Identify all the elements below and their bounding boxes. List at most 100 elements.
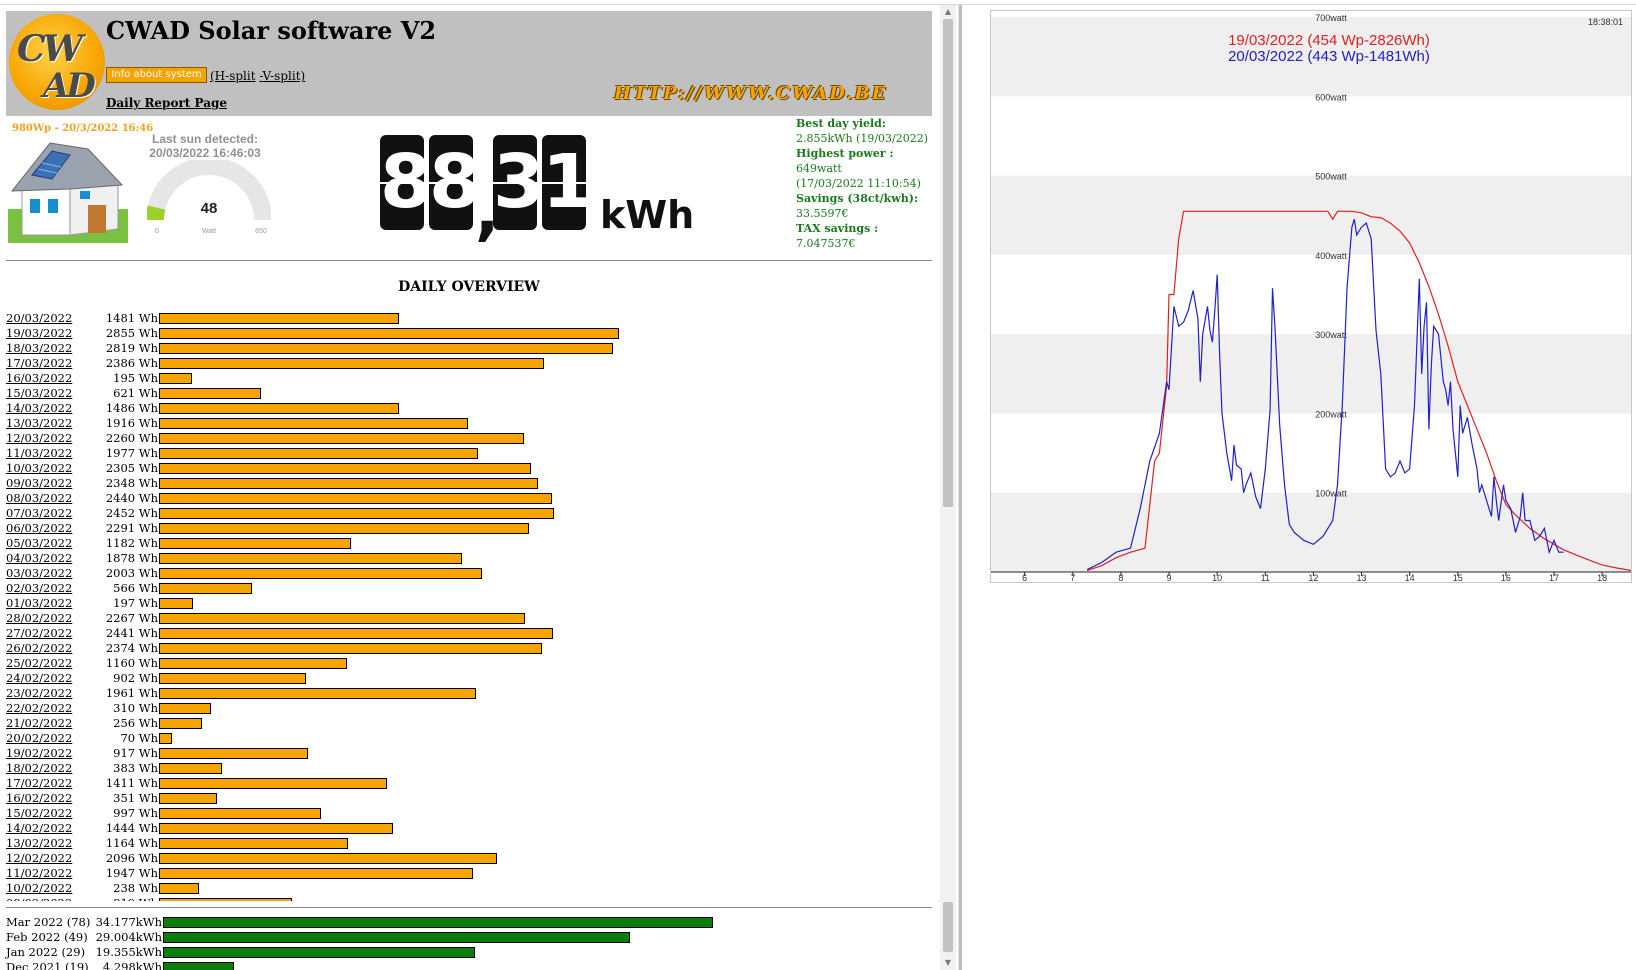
grid-band bbox=[991, 254, 1631, 335]
daily-date-link[interactable]: 18/02/2022 bbox=[6, 761, 72, 775]
monthly-value: 29.004kWh bbox=[95, 930, 162, 944]
daily-value: 1444 Wh bbox=[105, 821, 158, 835]
daily-row: 14/03/2022 1486 Wh bbox=[6, 401, 932, 416]
daily-date-link[interactable]: 06/03/2022 bbox=[6, 521, 72, 535]
daily-row: 01/03/2022 197 Wh bbox=[6, 596, 932, 611]
gauge-fill bbox=[147, 205, 166, 221]
daily-date-link[interactable]: 10/02/2022 bbox=[6, 881, 72, 895]
daily-bar bbox=[159, 313, 399, 324]
grid-band bbox=[991, 413, 1631, 493]
h-split-link[interactable]: (H-split bbox=[210, 69, 256, 83]
cwad-logo: CW AD bbox=[9, 14, 105, 110]
daily-date-link[interactable]: 04/03/2022 bbox=[6, 551, 72, 565]
daily-bar bbox=[159, 793, 217, 804]
daily-date-link[interactable]: 10/03/2022 bbox=[6, 461, 72, 475]
daily-date-link[interactable]: 09/02/2022 bbox=[6, 896, 72, 901]
daily-date-link[interactable]: 15/02/2022 bbox=[6, 806, 72, 820]
monthly-bar bbox=[163, 947, 475, 958]
daily-date-link[interactable]: 27/02/2022 bbox=[6, 626, 72, 640]
daily-value: 566 Wh bbox=[113, 581, 158, 595]
daily-date-link[interactable]: 03/03/2022 bbox=[6, 566, 72, 580]
daily-date-link[interactable]: 02/03/2022 bbox=[6, 581, 72, 595]
daily-date-link[interactable]: 15/03/2022 bbox=[6, 386, 72, 400]
daily-value: 1182 Wh bbox=[105, 536, 158, 550]
daily-row: 06/03/2022 2291 Wh bbox=[6, 521, 932, 536]
v-split-link[interactable]: -V-split) bbox=[259, 69, 305, 83]
left-frame-scrollbar[interactable]: ▲ ▼ bbox=[940, 5, 956, 970]
scroll-thumb[interactable] bbox=[943, 19, 953, 507]
daily-date-link[interactable]: 18/03/2022 bbox=[6, 341, 72, 355]
y-tick-label: 400watt bbox=[1315, 251, 1347, 261]
daily-date-link[interactable]: 11/03/2022 bbox=[6, 446, 72, 460]
daily-date-link[interactable]: 12/03/2022 bbox=[6, 431, 72, 445]
info-about-system-button[interactable]: Info about system bbox=[106, 67, 207, 83]
daily-value: 2348 Wh bbox=[105, 476, 158, 490]
daily-row: 13/03/2022 1916 Wh bbox=[6, 416, 932, 431]
daily-date-link[interactable]: 13/02/2022 bbox=[6, 836, 72, 850]
daily-value: 383 Wh bbox=[113, 761, 158, 775]
power-chart: 100watt 200watt 300watt 400watt 500watt 600wa… bbox=[990, 10, 1632, 583]
daily-date-link[interactable]: 17/02/2022 bbox=[6, 776, 72, 790]
daily-date-link[interactable]: 20/03/2022 bbox=[6, 311, 72, 325]
daily-date-link[interactable]: 22/02/2022 bbox=[6, 701, 72, 715]
left-frame: CW AD CWAD Solar software V2 Info about … bbox=[0, 5, 935, 970]
daily-bar bbox=[159, 403, 399, 414]
daily-bar bbox=[159, 823, 393, 834]
daily-date-link[interactable]: 17/03/2022 bbox=[6, 356, 72, 370]
daily-bar bbox=[159, 418, 468, 429]
daily-date-link[interactable]: 20/02/2022 bbox=[6, 731, 72, 745]
monthly-row: Feb 2022 (49) 29.004kWh bbox=[6, 930, 932, 945]
daily-bar bbox=[159, 478, 538, 489]
daily-bar bbox=[159, 778, 387, 789]
daily-date-link[interactable]: 05/03/2022 bbox=[6, 536, 72, 550]
daily-date-link[interactable]: 28/02/2022 bbox=[6, 611, 72, 625]
daily-date-link[interactable]: 23/02/2022 bbox=[6, 686, 72, 700]
daily-date-link[interactable]: 24/02/2022 bbox=[6, 671, 72, 685]
daily-row: 22/02/2022 310 Wh bbox=[6, 701, 932, 716]
daily-date-link[interactable]: 08/03/2022 bbox=[6, 491, 72, 505]
daily-date-link[interactable]: 16/03/2022 bbox=[6, 371, 72, 385]
daily-report-link[interactable]: Daily Report Page bbox=[106, 96, 227, 110]
daily-date-link[interactable]: 19/02/2022 bbox=[6, 746, 72, 760]
scroll-thumb-lower[interactable] bbox=[943, 902, 953, 952]
daily-bar bbox=[159, 553, 462, 564]
daily-date-link[interactable]: 16/02/2022 bbox=[6, 791, 72, 805]
daily-date-link[interactable]: 26/02/2022 bbox=[6, 641, 72, 655]
daily-row: 14/02/2022 1444 Wh bbox=[6, 821, 932, 836]
monthly-row: Mar 2022 (78) 34.177kWh bbox=[6, 915, 932, 930]
daily-date-link[interactable]: 25/02/2022 bbox=[6, 656, 72, 670]
scroll-down-arrow[interactable]: ▼ bbox=[940, 956, 956, 970]
daily-date-link[interactable]: 19/03/2022 bbox=[6, 326, 72, 340]
daily-value: 351 Wh bbox=[113, 791, 158, 805]
daily-value: 1977 Wh bbox=[105, 446, 158, 460]
last-sun-label: Last sun detected: bbox=[151, 132, 259, 146]
daily-date-link[interactable]: 12/02/2022 bbox=[6, 851, 72, 865]
scroll-up-arrow[interactable]: ▲ bbox=[940, 5, 956, 19]
daily-value: 70 Wh bbox=[120, 731, 158, 745]
daily-bar bbox=[159, 583, 252, 594]
daily-value: 2096 Wh bbox=[105, 851, 158, 865]
x-tick-label: 7 bbox=[1070, 573, 1075, 582]
daily-date-link[interactable]: 14/02/2022 bbox=[6, 821, 72, 835]
daily-bar bbox=[159, 508, 554, 519]
daily-row: 15/03/2022 621 Wh bbox=[6, 386, 932, 401]
daily-row: 18/03/2022 2819 Wh bbox=[6, 341, 932, 356]
y-tick-label: 600watt bbox=[1315, 92, 1347, 102]
daily-row: 16/02/2022 351 Wh bbox=[6, 791, 932, 806]
daily-row: 17/02/2022 1411 Wh bbox=[6, 776, 932, 791]
daily-date-link[interactable]: 14/03/2022 bbox=[6, 401, 72, 415]
daily-value: 917 Wh bbox=[113, 746, 158, 760]
daily-date-link[interactable]: 01/03/2022 bbox=[6, 596, 72, 610]
daily-date-link[interactable]: 11/02/2022 bbox=[6, 866, 72, 880]
daily-date-link[interactable]: 13/03/2022 bbox=[6, 416, 72, 430]
daily-date-link[interactable]: 07/03/2022 bbox=[6, 506, 72, 520]
website-url-banner[interactable]: HTTP://WWW.CWAD.BE bbox=[614, 83, 887, 104]
daily-date-link[interactable]: 09/03/2022 bbox=[6, 476, 72, 490]
stats-panel: Best day yield: 2.855kWh (19/03/2022) Hi… bbox=[796, 116, 935, 251]
daily-bar bbox=[159, 373, 192, 384]
monthly-value: 4.298kWh bbox=[102, 960, 162, 970]
daily-row: 02/03/2022 566 Wh bbox=[6, 581, 932, 596]
daily-bar bbox=[159, 808, 321, 819]
frame-splitter[interactable] bbox=[958, 5, 962, 970]
daily-date-link[interactable]: 21/02/2022 bbox=[6, 716, 72, 730]
